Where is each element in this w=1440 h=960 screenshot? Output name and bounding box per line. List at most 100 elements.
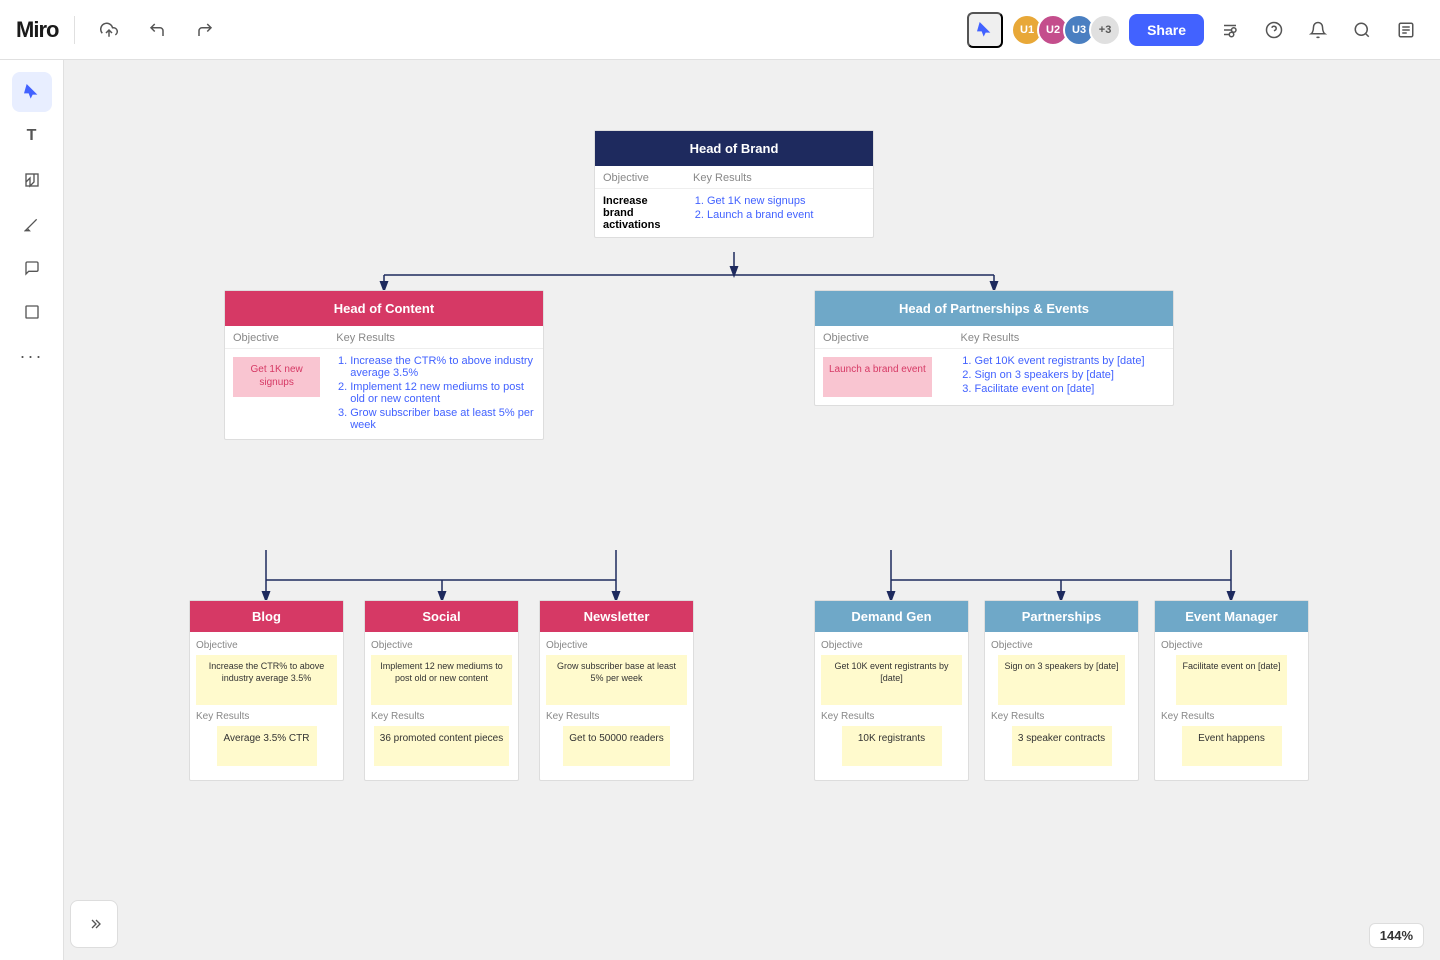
eventmgr-body: Objective Facilitate event on [date] Key… (1155, 632, 1308, 780)
comment-tool[interactable] (12, 248, 52, 288)
hoc-kr-2: Implement 12 new mediums to post old or … (350, 381, 535, 405)
partnerships-card: Partnerships Objective Sign on 3 speaker… (984, 600, 1139, 781)
hop-kr-list: Get 10K event registrants by [date] Sign… (953, 349, 1173, 406)
hop-kr-3: Facilitate event on [date] (975, 383, 1165, 395)
social-obj-label: Objective (371, 640, 512, 651)
demandgen-kr-sticky: 10K registrants (842, 726, 942, 766)
hob-header: Head of Brand (595, 131, 873, 166)
hoc-kr-label: Key Results (328, 326, 543, 349)
share-button[interactable]: Share (1129, 14, 1204, 46)
topbar-left: Miro (16, 12, 223, 48)
eventmgr-header: Event Manager (1155, 601, 1308, 632)
social-body: Objective Implement 12 new mediums to po… (365, 632, 518, 780)
more-tools[interactable]: ··· (12, 336, 52, 376)
blog-obj-label: Objective (196, 640, 337, 651)
newsletter-header: Newsletter (540, 601, 693, 632)
eventmgr-kr-label: Key Results (1161, 711, 1302, 722)
topbar: Miro U1 U2 U3 +3 Share (0, 0, 1440, 60)
demandgen-header: Demand Gen (815, 601, 968, 632)
blog-obj-sticky: Increase the CTR% to above industry aver… (196, 655, 337, 705)
hop-sticky: Launch a brand event (823, 357, 932, 397)
hob-objective: Increase brand activations (595, 189, 685, 238)
hop-header: Head of Partnerships & Events (815, 291, 1173, 326)
newsletter-obj-sticky: Grow subscriber base at least 5% per wee… (546, 655, 687, 705)
newsletter-body: Objective Grow subscriber base at least … (540, 632, 693, 780)
canvas: Head of Brand Objective Key Results Incr… (64, 60, 1440, 960)
newsletter-card: Newsletter Objective Grow subscriber bas… (539, 600, 694, 781)
hob-kr-2: Launch a brand event (707, 209, 865, 221)
help-icon[interactable] (1256, 12, 1292, 48)
frame-tool[interactable] (12, 292, 52, 332)
newsletter-kr-sticky: Get to 50000 readers (563, 726, 670, 766)
event-manager-card: Event Manager Objective Facilitate event… (1154, 600, 1309, 781)
search-icon[interactable] (1344, 12, 1380, 48)
hoc-sticky: Get 1K new signups (233, 357, 320, 397)
redo-button[interactable] (187, 12, 223, 48)
hoc-obj-label: Objective (225, 326, 328, 349)
social-kr-label: Key Results (371, 711, 512, 722)
notes-icon[interactable] (1388, 12, 1424, 48)
undo-button[interactable] (139, 12, 175, 48)
zoom-indicator: 144% (1369, 923, 1424, 948)
social-card: Social Objective Implement 12 new medium… (364, 600, 519, 781)
head-of-partnerships-card: Head of Partnerships & Events Objective … (814, 290, 1174, 406)
partnerships-kr-sticky: 3 speaker contracts (1012, 726, 1112, 766)
head-of-brand-card: Head of Brand Objective Key Results Incr… (594, 130, 874, 238)
pen-tool[interactable] (12, 204, 52, 244)
demandgen-obj-sticky: Get 10K event registrants by [date] (821, 655, 962, 705)
cursor-icon[interactable] (967, 12, 1003, 48)
hop-kr-label: Key Results (953, 326, 1173, 349)
hoc-kr-list: Increase the CTR% to above industry aver… (328, 349, 543, 440)
expand-panel-button[interactable] (70, 900, 118, 948)
customize-icon[interactable] (1212, 12, 1248, 48)
hoc-sticky-cell: Get 1K new signups (225, 349, 328, 440)
partnerships-body: Objective Sign on 3 speakers by [date] K… (985, 632, 1138, 780)
select-tool[interactable] (12, 72, 52, 112)
avatar-count: +3 (1089, 14, 1121, 46)
blog-kr-sticky: Average 3.5% CTR (217, 726, 317, 766)
hoc-header: Head of Content (225, 291, 543, 326)
blog-body: Objective Increase the CTR% to above ind… (190, 632, 343, 780)
head-of-content-card: Head of Content Objective Key Results Ge… (224, 290, 544, 440)
social-kr-sticky: 36 promoted content pieces (374, 726, 509, 766)
demandgen-kr-label: Key Results (821, 711, 962, 722)
demand-gen-card: Demand Gen Objective Get 10K event regis… (814, 600, 969, 781)
upload-button[interactable] (91, 12, 127, 48)
blog-kr-label: Key Results (196, 711, 337, 722)
hob-obj-label: Objective (595, 166, 685, 189)
partnerships-obj-label: Objective (991, 640, 1132, 651)
partnerships-header: Partnerships (985, 601, 1138, 632)
sidebar: T ··· (0, 60, 64, 960)
miro-logo: Miro (16, 17, 58, 43)
sticky-tool[interactable] (12, 160, 52, 200)
hop-kr-1: Get 10K event registrants by [date] (975, 355, 1165, 367)
hop-obj-label: Objective (815, 326, 953, 349)
topbar-right: U1 U2 U3 +3 Share (967, 12, 1424, 48)
demandgen-obj-label: Objective (821, 640, 962, 651)
hop-sticky-cell: Launch a brand event (815, 349, 953, 406)
hop-table: Objective Key Results Launch a brand eve… (815, 326, 1173, 405)
connectors-svg (164, 120, 1364, 960)
social-obj-sticky: Implement 12 new mediums to post old or … (371, 655, 512, 705)
hob-table: Objective Key Results Increase brand act… (595, 166, 873, 237)
hoc-kr-1: Increase the CTR% to above industry aver… (350, 355, 535, 379)
hoc-kr-3: Grow subscriber base at least 5% per wee… (350, 407, 535, 431)
social-header: Social (365, 601, 518, 632)
eventmgr-obj-sticky: Facilitate event on [date] (1176, 655, 1286, 705)
newsletter-obj-label: Objective (546, 640, 687, 651)
hoc-table: Objective Key Results Get 1K new signups… (225, 326, 543, 439)
notification-icon[interactable] (1300, 12, 1336, 48)
eventmgr-kr-sticky: Event happens (1182, 726, 1282, 766)
demandgen-body: Objective Get 10K event registrants by [… (815, 632, 968, 780)
eventmgr-obj-label: Objective (1161, 640, 1302, 651)
partnerships-kr-label: Key Results (991, 711, 1132, 722)
hob-kr-1: Get 1K new signups (707, 195, 865, 207)
separator (74, 16, 75, 44)
partnerships-obj-sticky: Sign on 3 speakers by [date] (998, 655, 1124, 705)
avatar-group: U1 U2 U3 +3 (1011, 14, 1121, 46)
text-tool[interactable]: T (12, 116, 52, 156)
hop-kr-2: Sign on 3 speakers by [date] (975, 369, 1165, 381)
newsletter-kr-label: Key Results (546, 711, 687, 722)
hob-kr-list: Get 1K new signups Launch a brand event (685, 189, 873, 238)
blog-header: Blog (190, 601, 343, 632)
